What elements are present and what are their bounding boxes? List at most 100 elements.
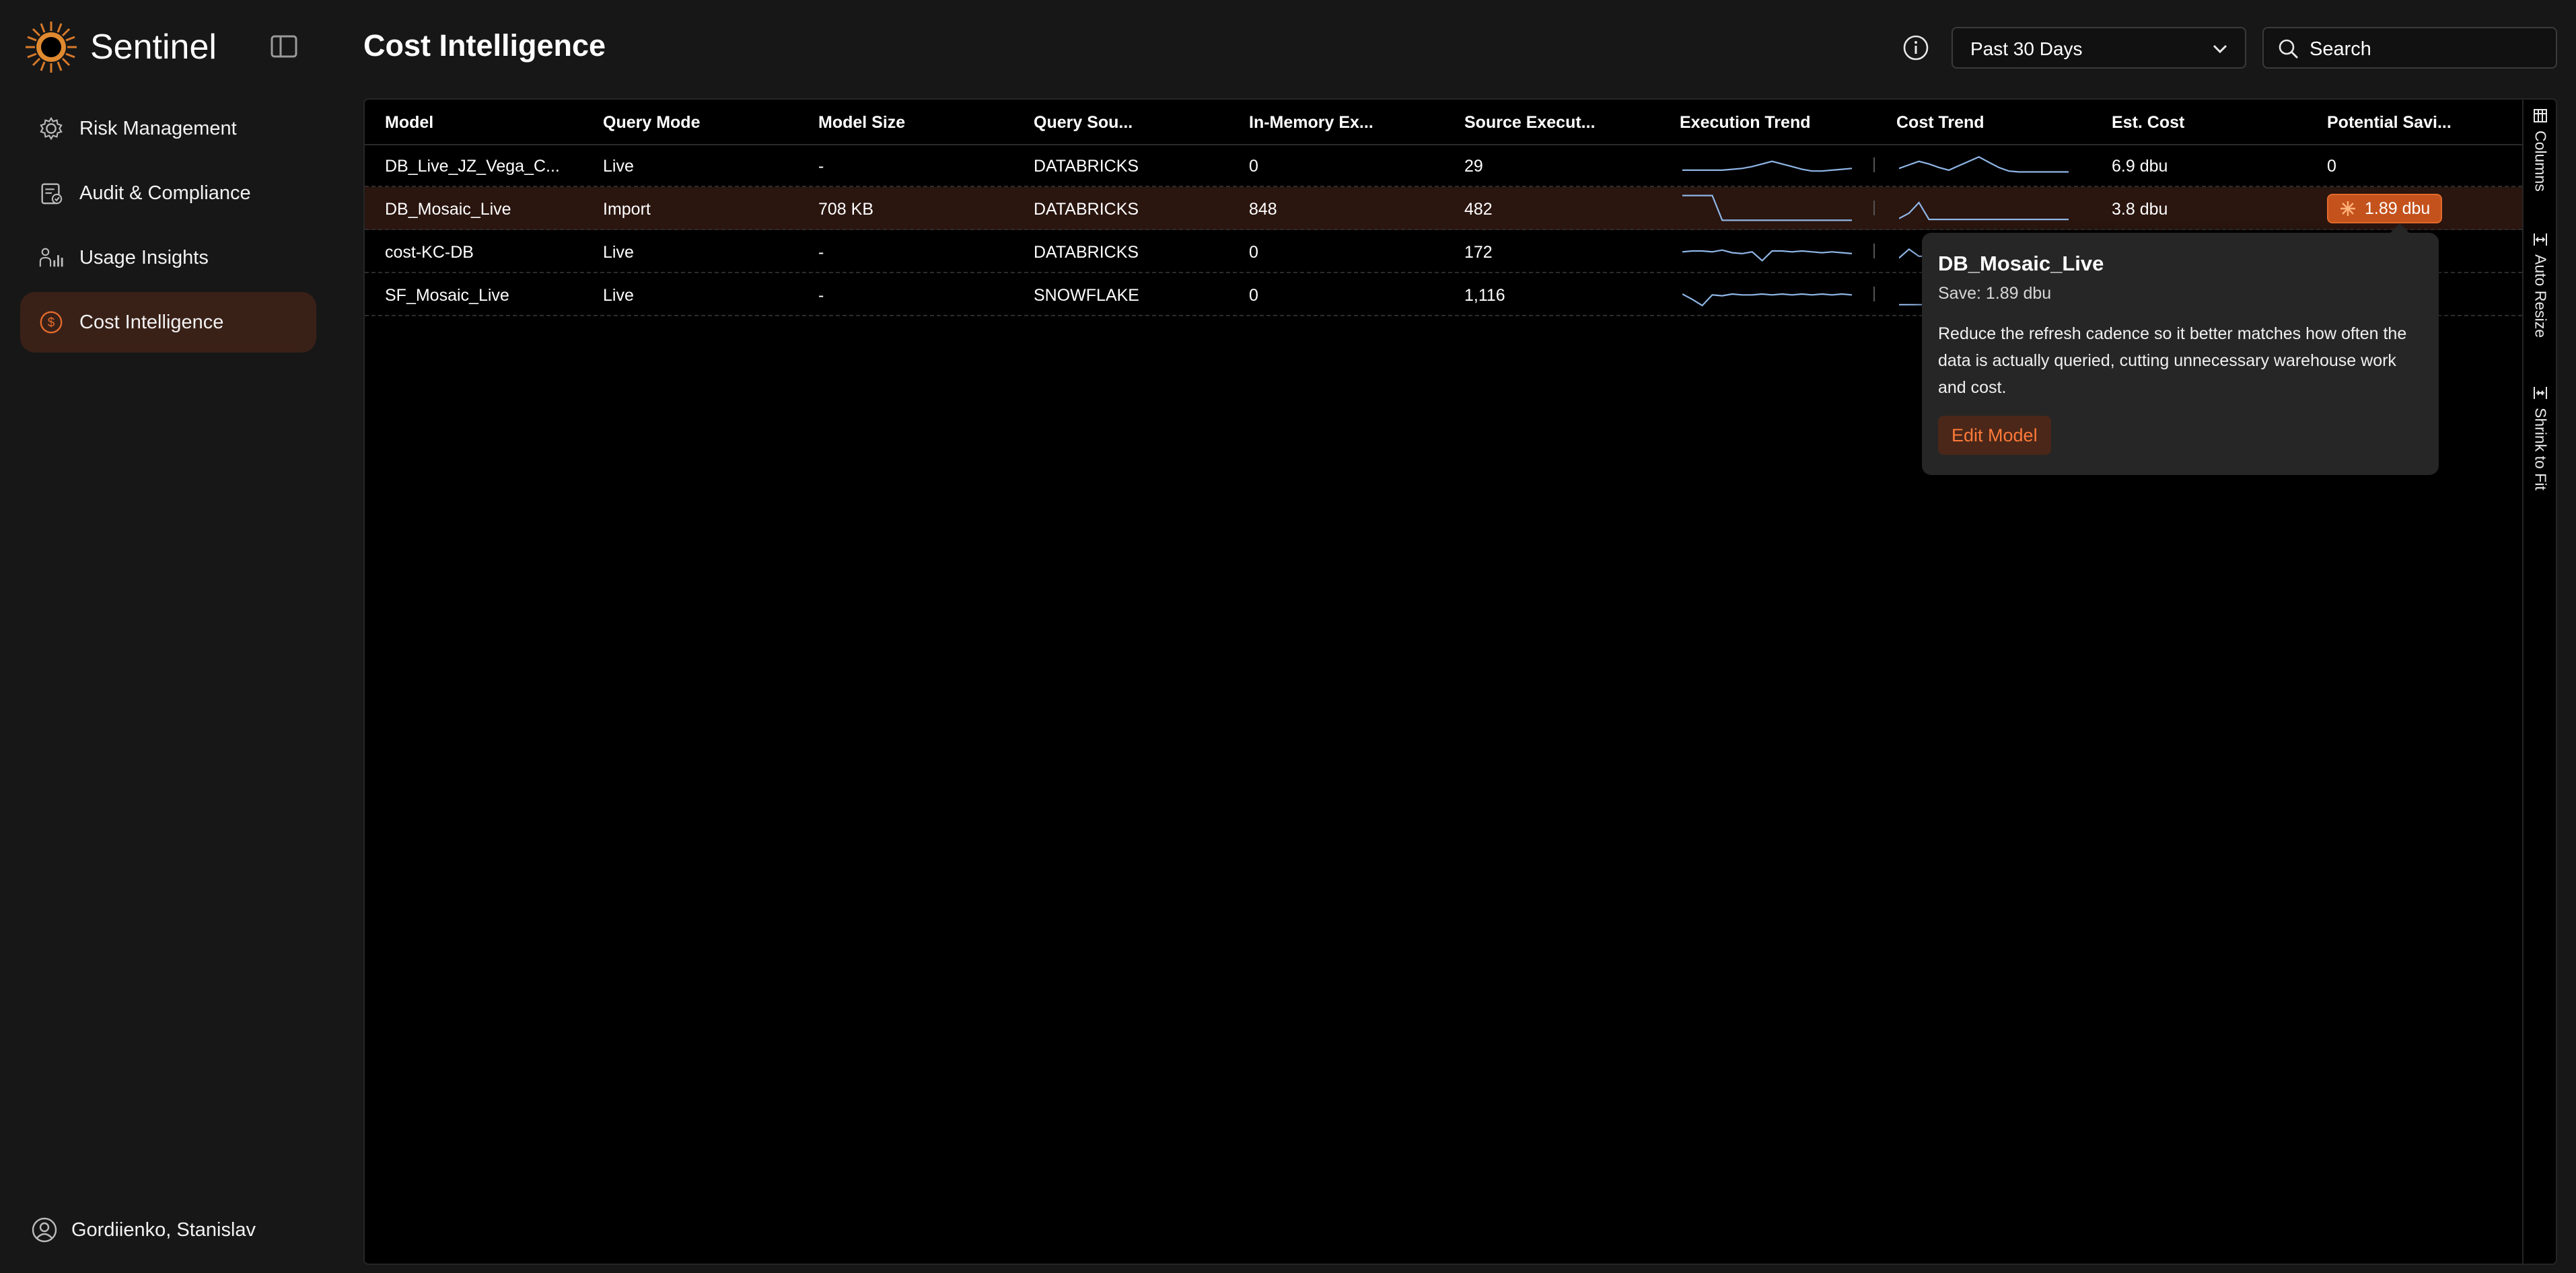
cell-source-execution: 29 xyxy=(1464,157,1483,176)
popover-title: DB_Mosaic_Live xyxy=(1938,252,2104,275)
cell-query-mode: Import xyxy=(603,200,651,219)
tool-columns[interactable]: Columns xyxy=(2524,108,2556,192)
potential-savings-value: 1.89 dbu xyxy=(2365,198,2431,218)
auto-resize-icon xyxy=(2534,233,2547,246)
sidebar-item-label: Cost Intelligence xyxy=(79,311,224,333)
column-header-potential-savings[interactable]: Potential Savi... xyxy=(2327,113,2452,133)
people-chart-icon xyxy=(38,244,65,271)
cost-trend-line xyxy=(1899,201,2069,221)
shrink-to-fit-icon xyxy=(2534,387,2547,399)
cell-in-memory: 0 xyxy=(1249,286,1258,305)
execution-trend-sparkline xyxy=(1682,249,1852,262)
date-range-select[interactable]: Past 30 Days xyxy=(1952,27,2246,69)
page-title: Cost Intelligence xyxy=(363,28,606,63)
sidebar: Sentinel Risk Management Audit & Complia… xyxy=(0,0,350,1273)
tool-label: Shrink to Fit xyxy=(2532,408,2550,490)
sidebar-item-label: Risk Management xyxy=(79,117,237,139)
cell-model-size: - xyxy=(818,157,824,176)
column-header-query-source[interactable]: Query Sou... xyxy=(1034,113,1133,133)
column-header-model[interactable]: Model xyxy=(385,113,433,133)
sidebar-item-cost-intelligence[interactable]: $ Cost Intelligence xyxy=(20,292,316,353)
edit-model-button[interactable]: Edit Model xyxy=(1938,416,2051,455)
cell-model: cost-KC-DB xyxy=(385,243,474,262)
cost-trend-sparkline xyxy=(1899,201,2069,221)
execution-trend-sparkline xyxy=(1682,160,1852,172)
svg-text:$: $ xyxy=(48,316,55,330)
cell-source-execution: 482 xyxy=(1464,200,1493,219)
cell-query-mode: Live xyxy=(603,286,634,305)
cell-potential-savings: 0 xyxy=(2327,157,2336,176)
cell-query-source: DATABRICKS xyxy=(1034,157,1139,176)
cell-model-size: 708 KB xyxy=(818,200,874,219)
column-header-execution-trend[interactable]: Execution Trend xyxy=(1680,113,1810,133)
cost-trend-sparkline xyxy=(1899,155,2069,173)
table-row-selected[interactable]: DB_Mosaic_Live Import 708 KB DATABRICKS … xyxy=(365,187,2522,230)
search-input[interactable] xyxy=(2308,35,2546,63)
cell-query-source: SNOWFLAKE xyxy=(1034,286,1139,305)
sidebar-item-audit-compliance[interactable]: Audit & Compliance xyxy=(20,163,316,223)
cell-query-source: DATABRICKS xyxy=(1034,243,1139,262)
tool-auto-resize[interactable]: Auto Resize xyxy=(2524,231,2556,338)
sparkle-icon xyxy=(2340,201,2355,216)
column-divider xyxy=(1873,287,1875,301)
cell-query-mode: Live xyxy=(603,157,634,176)
cell-query-source: DATABRICKS xyxy=(1034,200,1139,219)
user-name: Gordiienko, Stanislav xyxy=(71,1219,256,1241)
search-box[interactable] xyxy=(2262,27,2557,69)
table-header: Model Query Mode Model Size Query Sou...… xyxy=(365,100,2522,145)
brand-name: Sentinel xyxy=(90,28,217,67)
chevron-down-icon xyxy=(2213,44,2227,54)
info-icon[interactable] xyxy=(1902,34,1930,62)
gear-icon xyxy=(38,115,65,142)
cell-query-mode: Live xyxy=(603,243,634,262)
execution-trend-line xyxy=(1682,249,1852,262)
popover-recommendation: Reduce the refresh cadence so it better … xyxy=(1938,324,2407,397)
execution-trend-line xyxy=(1682,160,1852,172)
cell-model-size: - xyxy=(818,243,824,262)
sidebar-nav: Risk Management Audit & Compliance Usage… xyxy=(20,98,316,357)
cell-model: DB_Mosaic_Live xyxy=(385,200,511,219)
column-divider xyxy=(1873,157,1875,172)
grid-tool-panel: Columns Auto Resize Shrink to Fit xyxy=(2522,100,2556,1264)
columns-icon xyxy=(2534,109,2547,122)
column-header-query-mode[interactable]: Query Mode xyxy=(603,113,700,133)
search-icon xyxy=(2279,39,2298,59)
brand[interactable]: Sentinel xyxy=(24,20,217,74)
potential-savings-button[interactable]: 1.89 dbu xyxy=(2327,194,2443,223)
column-divider xyxy=(1873,244,1875,258)
execution-trend-line xyxy=(1682,194,1852,221)
column-header-source-execution[interactable]: Source Execut... xyxy=(1464,113,1596,133)
sidebar-item-label: Audit & Compliance xyxy=(79,182,251,204)
table-row[interactable]: DB_Live_JZ_Vega_C... Live - DATABRICKS 0… xyxy=(365,144,2522,187)
cell-source-execution: 1,116 xyxy=(1464,286,1505,305)
date-range-value: Past 30 Days xyxy=(1970,38,2083,59)
cell-est-cost: 3.8 dbu xyxy=(2112,200,2168,219)
dollar-circle-icon: $ xyxy=(38,309,65,336)
savings-popover: DB_Mosaic_Live Save: 1.89 dbu Reduce the… xyxy=(1922,223,2439,475)
cell-in-memory: 0 xyxy=(1249,243,1258,262)
clipboard-check-icon xyxy=(38,180,65,207)
column-divider xyxy=(1873,201,1875,215)
execution-trend-sparkline xyxy=(1682,293,1852,307)
cost-trend-line xyxy=(1899,155,2069,173)
user-menu[interactable]: Gordiienko, Stanislav xyxy=(31,1216,256,1243)
column-header-in-memory[interactable]: In-Memory Ex... xyxy=(1249,113,1373,133)
sentinel-logo-icon xyxy=(26,22,77,73)
cell-in-memory: 848 xyxy=(1249,200,1277,219)
column-header-cost-trend[interactable]: Cost Trend xyxy=(1896,113,1984,133)
column-header-est-cost[interactable]: Est. Cost xyxy=(2112,113,2184,133)
tool-label: Columns xyxy=(2532,131,2550,192)
cell-model: SF_Mosaic_Live xyxy=(385,286,509,305)
execution-trend-sparkline xyxy=(1682,194,1852,221)
column-header-model-size[interactable]: Model Size xyxy=(818,113,905,133)
tool-label: Auto Resize xyxy=(2532,254,2550,338)
sidebar-item-risk-management[interactable]: Risk Management xyxy=(20,98,316,159)
sidebar-item-label: Usage Insights xyxy=(79,246,209,268)
sidebar-toggle-icon[interactable] xyxy=(271,35,297,58)
cell-model-size: - xyxy=(818,286,824,305)
sidebar-item-usage-insights[interactable]: Usage Insights xyxy=(20,227,316,288)
tool-shrink-to-fit[interactable]: Shrink to Fit xyxy=(2524,385,2556,490)
user-avatar-icon xyxy=(32,1217,57,1243)
popover-savings: Save: 1.89 dbu xyxy=(1938,284,2052,303)
cell-in-memory: 0 xyxy=(1249,157,1258,176)
